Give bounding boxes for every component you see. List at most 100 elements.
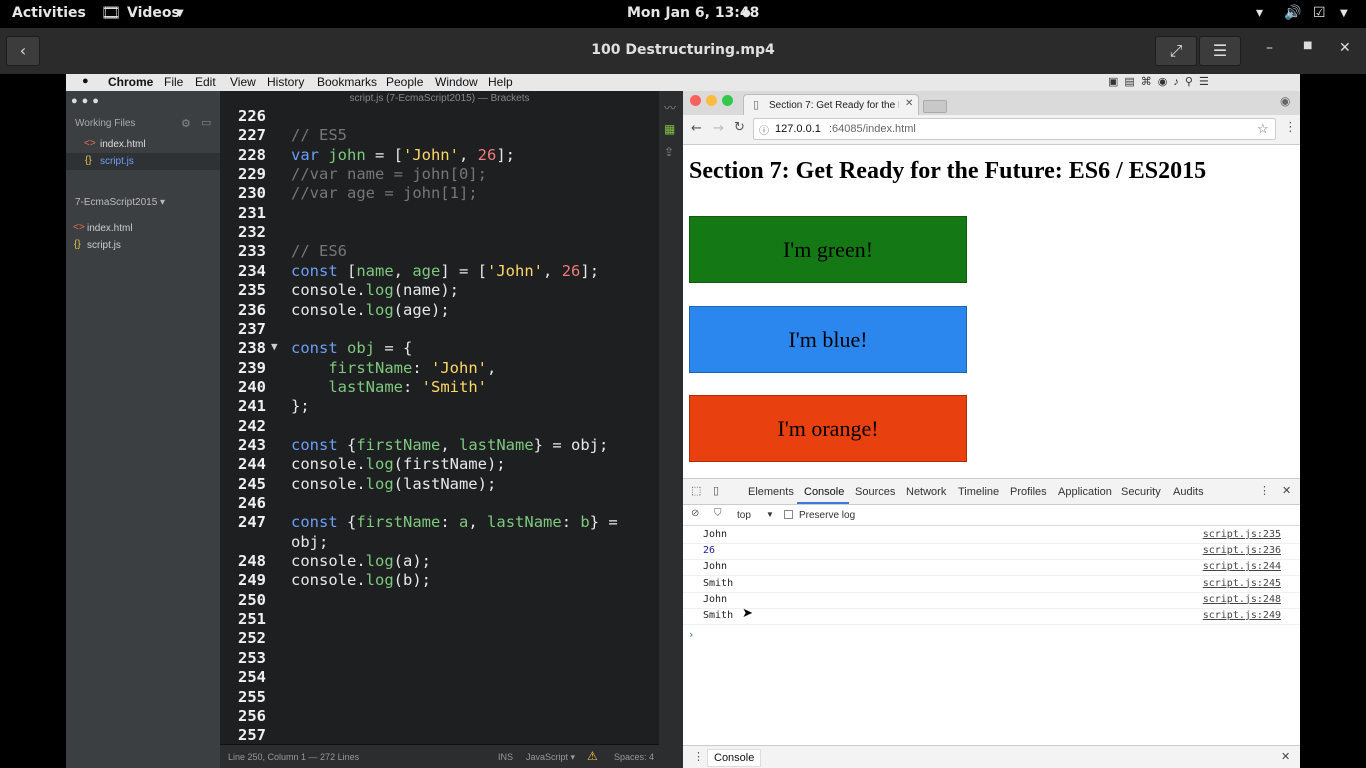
app-menu[interactable]: Videos bbox=[127, 5, 180, 21]
console-source-link[interactable]: script.js:235 bbox=[1203, 529, 1281, 540]
menu-item-people[interactable]: People bbox=[386, 75, 423, 89]
console-source-link[interactable]: script.js:249 bbox=[1203, 610, 1281, 621]
extension-manager-icon[interactable]: ▦ bbox=[664, 122, 675, 136]
code-editor[interactable]: script.js (7-EcmaScript2015) — Brackets … bbox=[220, 91, 659, 768]
code-line[interactable]: 236 console.log(age); bbox=[220, 301, 659, 320]
language-select[interactable]: JavaScript ▾ bbox=[526, 752, 575, 763]
code-line[interactable]: obj; bbox=[220, 533, 659, 552]
console-source-link[interactable]: script.js:245 bbox=[1203, 578, 1281, 589]
filter-icon[interactable]: ⛉ bbox=[714, 508, 722, 519]
menu-item-edit[interactable]: Edit bbox=[195, 75, 216, 89]
code-line[interactable]: 251 bbox=[220, 610, 659, 629]
fold-arrow-icon[interactable]: ▼ bbox=[271, 340, 278, 353]
working-file-index[interactable]: <> index.html bbox=[66, 136, 220, 153]
power-menu-icon[interactable]: ▼ bbox=[1340, 8, 1348, 19]
code-line[interactable]: 255 bbox=[220, 688, 659, 707]
drawer-close-icon[interactable]: ✕ bbox=[1281, 750, 1290, 763]
fullscreen-button[interactable]: ⤢ bbox=[1155, 36, 1197, 66]
code-line[interactable]: 234 const [name, age] = ['John', 26]; bbox=[220, 262, 659, 281]
code-line[interactable]: 252 bbox=[220, 629, 659, 648]
preserve-log-checkbox[interactable] bbox=[784, 510, 793, 519]
live-preview-icon[interactable]: 〰 bbox=[664, 99, 676, 116]
code-line[interactable]: 228 var john = ['John', 26]; bbox=[220, 146, 659, 165]
code-line[interactable]: 245 console.log(lastName); bbox=[220, 475, 659, 494]
code-line[interactable]: 233 // ES6 bbox=[220, 242, 659, 261]
project-file-script[interactable]: {} script.js bbox=[66, 238, 220, 255]
clipboard-icon[interactable]: ☑ bbox=[1313, 5, 1326, 21]
activities-button[interactable]: Activities bbox=[12, 5, 86, 21]
menu-item-help[interactable]: Help bbox=[488, 75, 513, 89]
new-tab-button[interactable] bbox=[923, 100, 947, 113]
code-line[interactable]: 256 bbox=[220, 707, 659, 726]
zoom-dot[interactable] bbox=[722, 95, 733, 106]
clock[interactable]: Mon Jan 6, 13:48 bbox=[627, 5, 759, 21]
profile-icon[interactable]: ◉ bbox=[1280, 94, 1290, 108]
blue-box[interactable]: I'm blue! bbox=[689, 306, 967, 373]
browser-tab[interactable]: ▯ Section 7: Get Ready for the Fu ✕ bbox=[743, 94, 919, 115]
menu-item-file[interactable]: File bbox=[164, 75, 183, 89]
menu-item-window[interactable]: Window bbox=[435, 75, 478, 89]
maximize-button[interactable]: ■ bbox=[1303, 40, 1319, 60]
tab-security[interactable]: Security bbox=[1121, 486, 1161, 498]
chrome-menu-icon[interactable]: ⋮ bbox=[1284, 120, 1297, 135]
device-toolbar-icon[interactable]: ▯ bbox=[713, 484, 719, 497]
menu-item-chrome[interactable]: Chrome bbox=[108, 75, 153, 89]
volume-icon[interactable]: 🔊 bbox=[1284, 5, 1301, 21]
code-line[interactable]: 249 console.log(b); bbox=[220, 571, 659, 590]
code-line[interactable]: 242 bbox=[220, 417, 659, 436]
reload-icon[interactable]: ↻ bbox=[734, 120, 745, 135]
code-line[interactable]: 227 // ES5 bbox=[220, 126, 659, 145]
code-line[interactable]: 231 bbox=[220, 204, 659, 223]
code-line[interactable]: 244 console.log(firstName); bbox=[220, 455, 659, 474]
console-source-link[interactable]: script.js:236 bbox=[1203, 545, 1281, 556]
devtools-close-icon[interactable]: ✕ bbox=[1282, 484, 1291, 497]
code-line[interactable]: 232 bbox=[220, 223, 659, 242]
tab-profiles[interactable]: Profiles bbox=[1010, 486, 1047, 498]
bookmark-star-icon[interactable]: ☆ bbox=[1257, 121, 1269, 137]
console-source-link[interactable]: script.js:244 bbox=[1203, 561, 1281, 572]
inspect-icon[interactable]: ⬚ bbox=[691, 484, 701, 497]
tab-console[interactable]: Console bbox=[804, 486, 844, 498]
tab-close-icon[interactable]: ✕ bbox=[905, 98, 913, 109]
close-button[interactable]: ✕ bbox=[1339, 40, 1355, 60]
console-output[interactable]: John script.js:235 26 script.js:236 John scri… bbox=[683, 528, 1300, 638]
info-icon[interactable]: ⓘ bbox=[759, 122, 769, 137]
video-frame[interactable]: ● Chrome File Edit View History Bookmark… bbox=[66, 74, 1300, 768]
forward-arrow-icon[interactable]: → bbox=[713, 121, 724, 136]
tab-audits[interactable]: Audits bbox=[1173, 486, 1204, 498]
drawer-menu-icon[interactable]: ⋮ bbox=[693, 750, 704, 763]
minimize-dot[interactable] bbox=[706, 95, 717, 106]
warning-icon[interactable]: ⚠ bbox=[587, 749, 598, 763]
project-dropdown[interactable]: 7-EcmaScript2015 ▾ bbox=[75, 197, 165, 208]
menu-item-bookmarks[interactable]: Bookmarks bbox=[317, 75, 377, 89]
tab-elements[interactable]: Elements bbox=[748, 486, 794, 498]
code-line[interactable]: 226 bbox=[220, 107, 659, 126]
console-source-link[interactable]: script.js:248 bbox=[1203, 594, 1281, 605]
code-line[interactable]: 248 console.log(a); bbox=[220, 552, 659, 571]
code-line[interactable]: 254 bbox=[220, 668, 659, 687]
tab-network[interactable]: Network bbox=[906, 486, 946, 498]
menu-item-history[interactable]: History bbox=[267, 75, 304, 89]
working-file-script[interactable]: {} script.js bbox=[66, 153, 220, 170]
menu-button[interactable]: ☰ bbox=[1199, 36, 1241, 66]
code-line[interactable]: 237 bbox=[220, 320, 659, 339]
context-select[interactable]: top bbox=[737, 510, 751, 521]
clear-console-icon[interactable]: ⊘ bbox=[691, 508, 699, 519]
code-line[interactable]: 253 bbox=[220, 649, 659, 668]
devtools-menu-icon[interactable]: ⋮ bbox=[1259, 484, 1270, 497]
code-line[interactable]: 238 ▼ const obj = { bbox=[220, 339, 659, 358]
code-line[interactable]: 240 lastName: 'Smith' bbox=[220, 378, 659, 397]
project-file-index[interactable]: <> index.html bbox=[66, 221, 220, 238]
menu-item-view[interactable]: View bbox=[230, 75, 256, 89]
code-line[interactable]: 246 bbox=[220, 494, 659, 513]
minimize-button[interactable]: – bbox=[1266, 40, 1282, 60]
gear-icon[interactable]: ⚙ bbox=[181, 117, 191, 130]
console-prompt[interactable]: › bbox=[689, 628, 693, 641]
wifi-icon[interactable]: ▾ bbox=[1256, 5, 1263, 21]
orange-box[interactable]: I'm orange! bbox=[689, 395, 967, 462]
code-line[interactable]: 257 bbox=[220, 726, 659, 745]
tab-sources[interactable]: Sources bbox=[855, 486, 895, 498]
code-line[interactable]: 230 //var age = john[1]; bbox=[220, 184, 659, 203]
code-line[interactable]: 239 firstName: 'John', bbox=[220, 359, 659, 378]
code-line[interactable]: 247 const {firstName: a, lastName: b} = bbox=[220, 513, 659, 532]
